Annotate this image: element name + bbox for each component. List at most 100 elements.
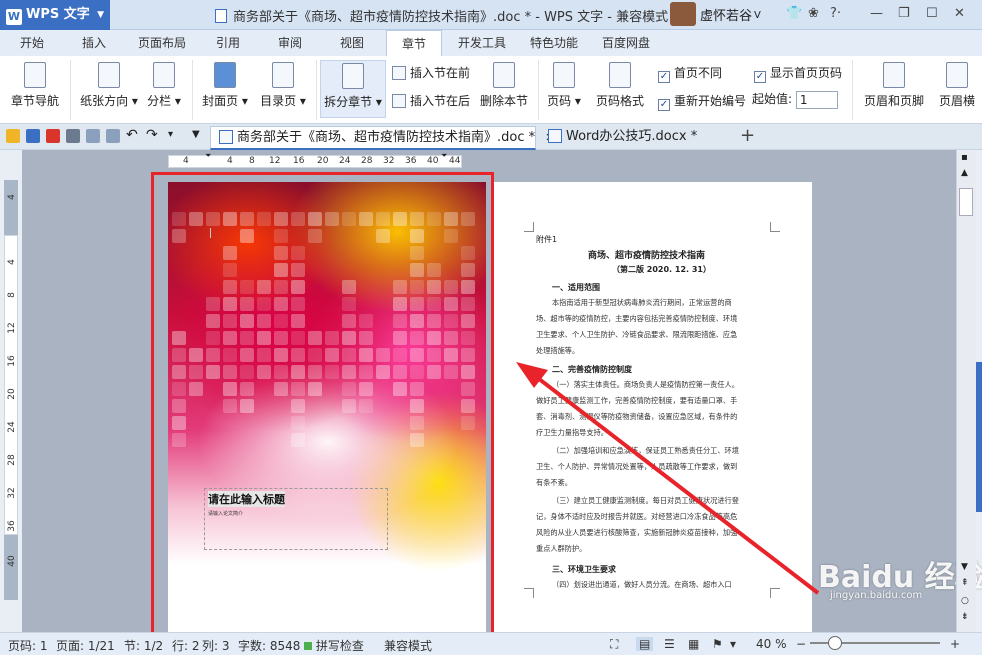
tab-review[interactable]: 审阅 <box>268 30 312 56</box>
user-account[interactable]: 虚怀若谷 V <box>670 2 761 28</box>
status-page-total[interactable]: 页面: 1/21 <box>56 637 115 654</box>
divider <box>316 60 317 120</box>
scroll-down-icon[interactable]: ▼ <box>961 562 968 572</box>
chevron-down-icon[interactable]: ▾ <box>168 129 173 140</box>
help-icon[interactable]: ?· <box>830 6 841 21</box>
tab-features[interactable]: 特色功能 <box>524 30 584 56</box>
page-view-icon[interactable]: ▤ <box>636 637 654 651</box>
tab-layout[interactable]: 页面布局 <box>130 30 194 56</box>
status-word-count[interactable]: 字数: 8548 <box>238 637 300 654</box>
zoom-level[interactable]: 40 % <box>756 637 787 651</box>
spellcheck-button[interactable]: 拼写检查 <box>304 637 364 654</box>
web-view-icon[interactable]: ⚑ <box>712 637 723 651</box>
document-icon <box>219 130 233 144</box>
section-nav-button[interactable]: 章节导航 <box>8 62 62 109</box>
document-icon <box>215 9 227 23</box>
side-panel-toggle[interactable] <box>976 362 982 512</box>
insert-section-before-button[interactable]: 插入节在前 <box>392 64 470 81</box>
pdf-export-icon[interactable] <box>46 129 60 143</box>
split-view-icon[interactable]: ▪ <box>961 152 968 163</box>
page-number-format-button[interactable]: 页码格式 <box>590 62 650 109</box>
cover-page-button[interactable]: 封面页 ▾ <box>198 62 252 109</box>
paper-direction-button[interactable]: 纸张方向 ▾ <box>76 62 142 109</box>
select-browse-icon[interactable]: ○ <box>961 596 969 606</box>
share-icon[interactable]: ❀ <box>808 6 819 21</box>
status-page-number[interactable]: 页码: 1 <box>8 637 48 654</box>
doc-tab[interactable]: Word办公技巧.docx * <box>540 126 736 150</box>
split-section-button[interactable]: 拆分章节 ▾ <box>320 60 386 118</box>
scrollbar-thumb[interactable] <box>959 188 973 216</box>
app-menu-button[interactable]: W WPS 文字 ▼ <box>0 0 110 30</box>
margin-corner <box>770 588 780 598</box>
page-number-icon <box>553 62 575 88</box>
delete-section-button[interactable]: 删除本节 <box>476 62 532 109</box>
show-first-page-number-checkbox[interactable]: ✓ 显示首页页码 <box>754 64 842 83</box>
toc-page-icon <box>272 62 294 88</box>
zoom-slider-knob[interactable] <box>828 636 842 650</box>
open-folder-icon[interactable] <box>6 129 20 143</box>
split-section-icon <box>342 63 364 89</box>
scroll-up-icon[interactable]: ▲ <box>961 168 968 178</box>
tab-view[interactable]: 视图 <box>330 30 374 56</box>
page-number-button[interactable]: 页码 ▾ <box>544 62 584 109</box>
horizontal-ruler[interactable]: 4 4 8 12 16 20 24 28 32 36 40 44 <box>168 155 462 168</box>
tab-home[interactable]: 开始 <box>8 30 56 56</box>
redo-icon[interactable]: ↷ <box>146 127 158 143</box>
divider <box>538 60 539 120</box>
margin-corner <box>524 588 534 598</box>
tab-insert[interactable]: 插入 <box>70 30 118 56</box>
section-heading: 一、适用范围 <box>552 283 600 292</box>
watermark-url: jingyan.baidu.com <box>830 590 923 601</box>
tab-references[interactable]: 引用 <box>206 30 250 56</box>
toc-page-button[interactable]: 目录页 ▾ <box>256 62 310 109</box>
start-value-input[interactable]: 1 <box>795 90 838 109</box>
tab-list-chevron-icon[interactable]: ▼ <box>192 129 200 140</box>
find-icon[interactable] <box>106 129 120 143</box>
new-tab-icon[interactable]: + <box>740 125 755 146</box>
chevron-down-icon[interactable]: ▾ <box>730 637 736 651</box>
status-section[interactable]: 节: 1/2 <box>124 637 163 654</box>
save-icon[interactable] <box>26 129 40 143</box>
zoom-in-icon[interactable]: + <box>950 637 960 651</box>
spellcheck-icon <box>304 642 312 650</box>
print-icon[interactable] <box>66 129 80 143</box>
minimize-icon[interactable]: — <box>870 6 883 21</box>
outline-view-icon[interactable]: ☰ <box>664 637 675 651</box>
prev-page-icon[interactable]: ⇞ <box>961 578 969 588</box>
next-page-icon[interactable]: ⇟ <box>961 612 969 622</box>
restore-icon[interactable]: ❐ <box>898 6 910 21</box>
insert-section-after-button[interactable]: 插入节在后 <box>392 92 470 109</box>
divider <box>70 60 71 120</box>
skin-icon[interactable]: 👕 <box>786 6 802 21</box>
print-preview-icon[interactable] <box>86 129 100 143</box>
header-line-button[interactable]: 页眉横 <box>932 62 982 109</box>
insert-after-icon <box>392 94 406 108</box>
restart-numbering-checkbox[interactable]: ✓ 重新开始编号 <box>658 92 746 111</box>
page-orientation-icon <box>98 62 120 88</box>
maximize-icon[interactable]: ☐ <box>926 6 938 21</box>
divider <box>192 60 193 120</box>
reading-view-icon[interactable]: ▦ <box>688 637 699 651</box>
first-page-different-checkbox[interactable]: ✓ 首页不同 <box>658 64 722 83</box>
header-footer-button[interactable]: 页眉和页脚 <box>860 62 928 109</box>
undo-icon[interactable]: ↶ <box>126 127 138 143</box>
menu-bar: 开始 插入 页面布局 引用 审阅 视图 章节 开发工具 特色功能 百度网盘 <box>0 30 982 56</box>
header-line-icon <box>946 62 968 88</box>
margin-corner <box>524 222 534 232</box>
columns-button[interactable]: 分栏 ▾ <box>144 62 184 109</box>
vertical-scrollbar[interactable] <box>956 150 976 632</box>
document-page[interactable]: 附件1 商场、超市疫情防控技术指南 （第二版 2020. 12. 31） 一、适… <box>494 182 812 632</box>
insert-before-icon <box>392 66 406 80</box>
zoom-out-icon[interactable]: − <box>796 637 806 651</box>
indent-marker-icon[interactable]: ⏷ <box>441 151 447 161</box>
indent-marker-icon[interactable]: ⏷ <box>205 151 211 161</box>
tab-baidu-netdisk[interactable]: 百度网盘 <box>594 30 658 56</box>
focus-mode-icon[interactable]: ⛶ <box>610 637 618 652</box>
tab-developer[interactable]: 开发工具 <box>450 30 514 56</box>
close-icon[interactable]: ✕ <box>954 6 965 21</box>
doc-tab-active[interactable]: 商务部关于《商场、超市疫情防控技术指南》.doc * ✕ <box>210 126 554 150</box>
delete-section-icon <box>493 62 515 88</box>
tab-section[interactable]: 章节 <box>386 30 442 56</box>
start-value-label: 起始值: <box>752 92 793 106</box>
checkbox-checked-icon: ✓ <box>658 99 670 111</box>
